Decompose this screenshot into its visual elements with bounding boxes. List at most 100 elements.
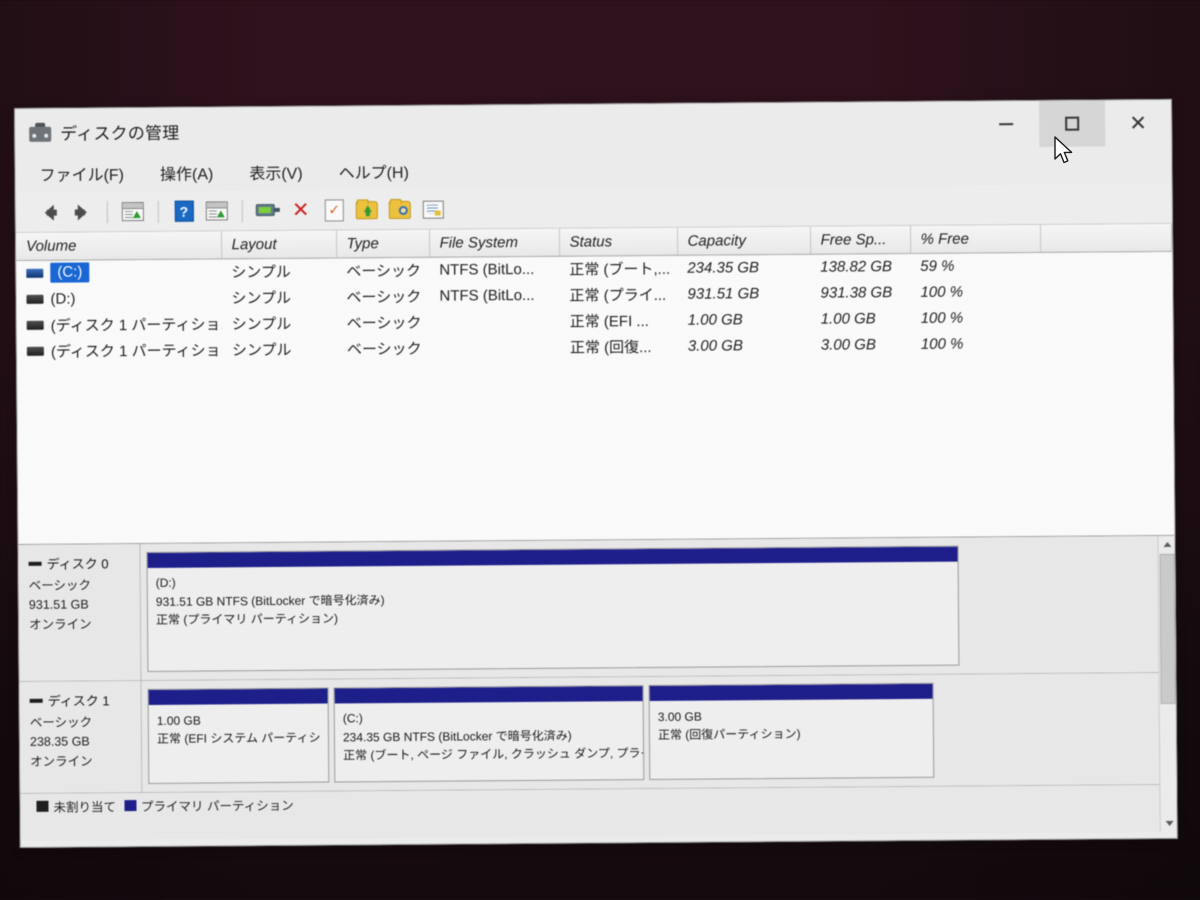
cell-free-space: 1.00 GB: [820, 309, 876, 328]
cell-volume[interactable]: (C:): [16, 258, 221, 286]
cell-type: ベーシック: [346, 288, 422, 306]
forward-button[interactable]: [67, 198, 97, 226]
folder-up-icon: [355, 200, 378, 219]
volume-chip-icon: [26, 320, 44, 330]
cell-layout: シンプル: [231, 315, 292, 333]
cell-file-system: NTFS (BitLo...: [439, 260, 535, 279]
column-header-file-system[interactable]: File System: [428, 228, 560, 257]
cell-status: 正常 (ブート,...: [569, 260, 671, 279]
disk-type-0: ベーシック: [28, 578, 92, 593]
disk-title-1: ディスク 1: [29, 690, 133, 710]
disk-partitions-0[interactable]: (D:) 931.51 GB NTFS (BitLocker で暗号化済み) 正…: [140, 535, 1176, 681]
list-properties-button[interactable]: [418, 195, 448, 223]
disk-info-0[interactable]: ディスク 0 ベーシック 931.51 GB オンライン: [18, 544, 142, 681]
cell-status: 正常 (EFI ...: [569, 312, 649, 331]
menu-file[interactable]: ファイル(F): [33, 158, 130, 189]
delete-button[interactable]: ✕: [286, 196, 316, 224]
column-header-percent-free[interactable]: % Free: [909, 224, 1041, 253]
window-titlebar[interactable]: ディスクの管理 ✕: [15, 99, 1172, 155]
disk-type-1: ベーシック: [29, 715, 93, 730]
cell-status: 正常 (回復...: [569, 338, 652, 357]
cell-free-space: 3.00 GB: [820, 335, 876, 354]
close-button[interactable]: ✕: [1105, 100, 1171, 147]
volume-table[interactable]: Volume Layout Type File System Status Ca…: [15, 223, 1173, 364]
partition-recovery[interactable]: 3.00 GB 正常 (回復パーティション): [648, 682, 935, 781]
maximize-icon: [1065, 116, 1080, 131]
cell-spacer: [1040, 251, 1172, 278]
cell-percent-free: 100 %: [920, 335, 964, 353]
volume-list-pane[interactable]: Volume Layout Type File System Status Ca…: [15, 223, 1175, 545]
legend-item-unallocated: 未割り当て: [36, 796, 116, 816]
volume-chip-icon: [26, 268, 44, 278]
disk-state-1: オンライン: [30, 754, 93, 769]
volume-label: (ディスク 1 パーティショ...: [50, 341, 223, 361]
cell-percent-free: 59 %: [920, 257, 955, 275]
partition-d[interactable]: (D:) 931.51 GB NTFS (BitLocker で暗号化済み) 正…: [146, 545, 960, 672]
cell-free-space: 138.82 GB: [820, 257, 893, 276]
disk-row-1[interactable]: ディスク 1 ベーシック 238.35 GB オンライン 1.00 GB 正常 …: [19, 672, 1177, 794]
disk-info-1[interactable]: ディスク 1 ベーシック 238.35 GB オンライン: [19, 681, 143, 793]
scrollbar-thumb[interactable]: [1159, 553, 1176, 705]
help-icon: ?: [174, 200, 194, 222]
column-header-status[interactable]: Status: [558, 227, 678, 256]
column-header-volume[interactable]: Volume: [15, 231, 222, 260]
disk-management-window[interactable]: ディスクの管理 ✕ ファイル(F) 操作(A) 表示(V) ヘルプ(H) ? ✕…: [14, 98, 1178, 848]
volume-label: (ディスク 1 パーティショ...: [50, 315, 222, 335]
help-button[interactable]: ?: [169, 197, 199, 225]
partition-efi[interactable]: 1.00 GB 正常 (EFI システム パーティシ: [147, 687, 330, 784]
graphical-disk-view[interactable]: ディスク 0 ベーシック 931.51 GB オンライン (D:) 931.51…: [18, 535, 1177, 841]
disk-title-0: ディスク 0: [28, 553, 132, 573]
forward-arrow-icon: [77, 203, 87, 221]
column-header-type[interactable]: Type: [335, 229, 430, 258]
scroll-down-button[interactable]: [1161, 815, 1177, 832]
maximize-button[interactable]: [1038, 100, 1106, 147]
show-hide-console-tree-button[interactable]: [118, 197, 148, 225]
properties-check-icon: [324, 198, 344, 222]
list-properties-icon: [422, 200, 444, 219]
folder-search-button[interactable]: [385, 195, 415, 223]
legend-label: プライマリ パーティション: [140, 798, 294, 814]
disk-partitions-1[interactable]: 1.00 GB 正常 (EFI システム パーティシ (C:) 234.35 G…: [141, 672, 1177, 793]
cell-volume[interactable]: (D:): [16, 284, 221, 312]
partition-size-fs: 1.00 GB: [156, 713, 201, 728]
partition-label: (C:): [342, 711, 363, 726]
back-arrow-icon: [44, 204, 54, 221]
rescan-disks-button[interactable]: [253, 196, 283, 224]
rescan-disks-icon: [255, 203, 280, 217]
cell-percent-free: 100 %: [920, 309, 964, 327]
disk-row-0[interactable]: ディスク 0 ベーシック 931.51 GB オンライン (D:) 931.51…: [18, 535, 1176, 682]
column-header-capacity[interactable]: Capacity: [676, 226, 811, 255]
cell-spacer: [1041, 329, 1173, 356]
minimize-button[interactable]: [973, 101, 1039, 148]
menu-help[interactable]: ヘルプ(H): [333, 156, 415, 187]
folder-up-button[interactable]: [352, 196, 382, 224]
menu-action[interactable]: 操作(A): [154, 157, 220, 188]
window-controls[interactable]: ✕: [973, 100, 1171, 148]
show-hide-console-tree-icon: [121, 201, 144, 222]
properties-check-button[interactable]: [319, 196, 349, 224]
disk-bar-icon: [28, 561, 42, 566]
cell-layout: シンプル: [231, 289, 292, 307]
toolbar-separator: [106, 200, 108, 223]
partition-size-fs: 234.35 GB NTFS (BitLocker で暗号化済み): [342, 728, 572, 745]
cell-spacer: [1041, 303, 1173, 330]
graph-vertical-scrollbar[interactable]: [1157, 535, 1177, 833]
cell-file-system: [430, 308, 560, 335]
cell-capacity: 1.00 GB: [687, 310, 743, 329]
column-header-layout[interactable]: Layout: [220, 230, 337, 259]
partition-status: 正常 (回復パーティション): [657, 726, 801, 742]
scroll-up-button[interactable]: [1158, 536, 1175, 553]
menu-view[interactable]: 表示(V): [243, 157, 309, 188]
volume-chip-icon: [26, 294, 44, 304]
back-button[interactable]: [34, 198, 64, 226]
cell-volume[interactable]: (ディスク 1 パーティショ...: [17, 336, 222, 364]
partition-status: 正常 (EFI システム パーティシ: [156, 730, 321, 746]
cell-volume[interactable]: (ディスク 1 パーティショ...: [17, 310, 222, 338]
chevron-down-icon: [1165, 820, 1174, 826]
partition-c[interactable]: (C:) 234.35 GB NTFS (BitLocker で暗号化済み) 正…: [333, 685, 645, 783]
cell-type: ベーシック: [346, 340, 422, 358]
volume-label: (C:): [50, 262, 90, 283]
cell-percent-free: 100 %: [920, 283, 964, 301]
column-header-free-space[interactable]: Free Sp...: [809, 225, 911, 254]
show-hide-action-pane-button[interactable]: [202, 197, 232, 225]
